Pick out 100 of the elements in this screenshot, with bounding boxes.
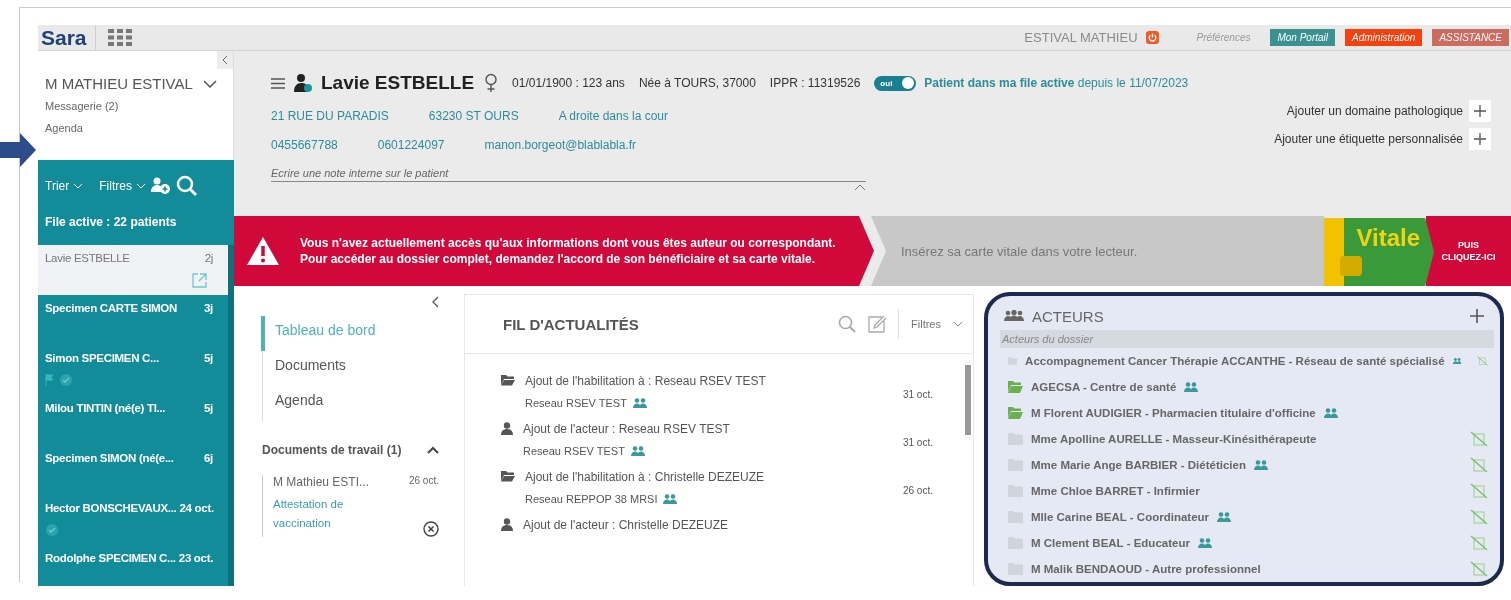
team-icon bbox=[630, 446, 645, 456]
person-icon bbox=[501, 518, 513, 531]
card-reader-prompt: Insérez sa carte vitale dans votre lecteur. bbox=[871, 216, 1324, 286]
apps-grid-icon[interactable] bbox=[107, 28, 134, 47]
panel-title: ACTEURS bbox=[1032, 307, 1104, 325]
birthplace: Née à TOURS, 37000 bbox=[638, 76, 756, 90]
warning-message: Vous n'avez actuellement accès qu'aux informations dont vous êtes auteur ou correspondant. Pour accéder au dossier complet, demandez l'accord de son bénéficiaire et sa carte vitale. bbox=[300, 235, 836, 267]
patient-list-item[interactable]: Hector BONSCHEVAUX... 24 oct. bbox=[38, 495, 228, 545]
section-subtitle: Acteurs du dossier bbox=[1000, 330, 1494, 348]
address-field: 21 RUE DU PARADIS bbox=[271, 109, 389, 123]
actor-name[interactable]: Mme Apolline AURELLE - Masseur-Kinésithérapeute bbox=[1031, 433, 1317, 445]
chevron-left-icon bbox=[222, 55, 228, 65]
address-field: A droite dans la cour bbox=[558, 109, 669, 123]
scrollbar[interactable] bbox=[965, 365, 971, 435]
contact-field: manon.borgeot@blablabla.fr bbox=[484, 138, 637, 152]
feed-entry-date: 26 oct. bbox=[902, 485, 933, 496]
menu-icon[interactable] bbox=[271, 77, 285, 89]
document-link[interactable]: Attestation de vaccination bbox=[273, 495, 383, 533]
power-icon[interactable] bbox=[1145, 31, 1159, 44]
patient-icon bbox=[293, 73, 313, 93]
filter-dropdown[interactable]: Filtres bbox=[99, 179, 132, 193]
feed-entry-network: Reseau RSEV TEST bbox=[523, 445, 625, 457]
top-nav-button[interactable]: ASSISTANCE bbox=[1432, 29, 1509, 46]
team-icon bbox=[632, 398, 647, 408]
actor-name[interactable]: M Clement BEAL - Educateur bbox=[1031, 537, 1190, 549]
document-author: M Mathieu ESTI... bbox=[273, 475, 371, 489]
team-icon bbox=[663, 494, 678, 504]
nav-tab[interactable]: Documents bbox=[261, 351, 454, 386]
chevron-down-icon bbox=[73, 183, 84, 189]
user-name: M MATHIEU ESTIVAL bbox=[45, 75, 193, 92]
top-nav-button[interactable]: Mon Portail bbox=[1270, 29, 1336, 46]
feed-entry-title[interactable]: Ajout de l'acteur : Reseau RSEV TEST bbox=[523, 422, 730, 436]
chevron-up-icon[interactable] bbox=[427, 446, 439, 454]
actor-name[interactable]: Mlle Carine BEAL - Coordinateur bbox=[1031, 511, 1210, 523]
feed-entry-title[interactable]: Ajout de l'acteur : Christelle DEZEUZE bbox=[523, 518, 729, 532]
annotation-arrow bbox=[0, 133, 36, 167]
group-icon bbox=[1004, 310, 1024, 322]
person-icon bbox=[501, 422, 513, 435]
search-icon[interactable] bbox=[838, 315, 857, 333]
female-symbol-icon bbox=[484, 73, 499, 93]
patient-list-item[interactable]: Milou TINTIN (né(e) TI... 5j bbox=[38, 395, 228, 445]
add-patient-icon[interactable] bbox=[149, 177, 172, 195]
edit-icon[interactable] bbox=[868, 315, 887, 333]
contact-field: 0601224097 bbox=[377, 138, 445, 152]
sidebar-link[interactable]: Agenda bbox=[45, 122, 233, 134]
birth-date: 01/01/1900 : 123 ans bbox=[512, 76, 625, 90]
active-list-toggle[interactable]: oui bbox=[874, 75, 917, 91]
patient-list-item[interactable]: Rodolphe SPECIMEN C... 23 oct. bbox=[38, 545, 228, 586]
actor-name[interactable]: AGECSA - Centre de santé bbox=[1031, 381, 1177, 393]
chevron-down-icon[interactable] bbox=[202, 79, 217, 88]
document-date: 26 oct. bbox=[408, 475, 439, 486]
folder-icon bbox=[501, 374, 515, 386]
feed-entry-title[interactable]: Ajout de l'habilitation à : Christelle DEZEUZE bbox=[525, 470, 765, 484]
actor-name[interactable]: M Florent AUDIGIER - Pharmacien titulaire d'officine bbox=[1031, 407, 1316, 419]
actor-name[interactable]: Mme Chloe BARRET - Infirmier bbox=[1031, 485, 1200, 497]
ippr-number: IPPR : 11319526 bbox=[769, 76, 861, 90]
add-button[interactable] bbox=[1469, 128, 1491, 150]
feed-entry-date: 31 oct. bbox=[902, 437, 933, 448]
actor-name[interactable]: M Malik BENDAOUD - Autre professionnel bbox=[1031, 563, 1261, 575]
note-input-field[interactable]: Ecrire une note interne sur le patient bbox=[271, 165, 866, 182]
chevron-left-icon[interactable] bbox=[432, 296, 439, 308]
plus-icon[interactable] bbox=[1470, 309, 1484, 323]
feed-entry-network: Reseau REPPOP 38 MRSI bbox=[525, 493, 658, 505]
add-action-label: Ajouter un domaine pathologique bbox=[1286, 104, 1463, 118]
folder-icon bbox=[501, 470, 515, 482]
patient-list-item[interactable]: Simon SPECIMEN C... 5j bbox=[38, 345, 228, 395]
preferences-link[interactable]: Préférences bbox=[1196, 32, 1251, 43]
top-nav-button[interactable]: Administration bbox=[1345, 29, 1423, 46]
patient-list-item[interactable]: Specimen SIMON (né(e... 6j bbox=[38, 445, 228, 495]
patient-list-item[interactable]: Lavie ESTBELLE 2j bbox=[38, 245, 228, 295]
actor-name[interactable]: Accompagnement Cancer Thérapie ACCANTHE - Réseau de santé spécialisé bbox=[1025, 355, 1445, 367]
add-action-label: Ajouter une étiquette personnalisée bbox=[1274, 132, 1463, 146]
patient-list-item[interactable]: Specimen CARTE SIMON 3j bbox=[38, 295, 228, 345]
actor-name[interactable]: Mme Marie Ange BARBIER - Diététicien bbox=[1031, 459, 1246, 471]
active-list-status: Patient dans ma file active depuis le 11/07/2023 bbox=[924, 76, 1189, 90]
sort-dropdown[interactable]: Trier bbox=[45, 179, 70, 193]
address-field: 63230 ST OURS bbox=[428, 109, 519, 123]
sidebar-link[interactable]: Messagerie (2) bbox=[45, 100, 233, 112]
add-button[interactable] bbox=[1469, 100, 1491, 122]
card-action-button[interactable]: PUIS CLIQUEZ-ICI bbox=[1426, 216, 1511, 286]
search-icon[interactable] bbox=[175, 175, 198, 197]
panel-title: FIL D'ACTUALITÉS bbox=[503, 315, 639, 333]
vitale-card[interactable]: Vitale bbox=[1324, 218, 1434, 286]
filter-dropdown[interactable]: Filtres bbox=[911, 318, 941, 330]
close-icon[interactable] bbox=[423, 521, 439, 537]
patient-name: Lavie ESTBELLE bbox=[321, 72, 475, 94]
warning-icon bbox=[246, 236, 280, 266]
collapse-button[interactable] bbox=[217, 51, 233, 69]
feed-entry-network: Reseau RSEV TEST bbox=[525, 397, 627, 409]
nav-tab[interactable]: Agenda bbox=[261, 386, 454, 421]
plus-icon bbox=[1474, 105, 1486, 117]
user-name: ESTIVAL MATHIEU bbox=[1024, 30, 1138, 45]
feed-entry-title[interactable]: Ajout de l'habilitation à : Reseau RSEV TEST bbox=[525, 374, 766, 388]
active-patients-count: File active : 22 patients bbox=[44, 214, 178, 231]
chevron-down-icon bbox=[135, 183, 146, 189]
app-logo[interactable]: Sara bbox=[41, 25, 96, 50]
feed-entry-date: 31 oct. bbox=[902, 389, 933, 400]
nav-tab[interactable]: Tableau de bord bbox=[261, 316, 454, 351]
contact-field: 0455667788 bbox=[271, 138, 338, 152]
section-title: Documents de travail (1) bbox=[262, 443, 402, 457]
